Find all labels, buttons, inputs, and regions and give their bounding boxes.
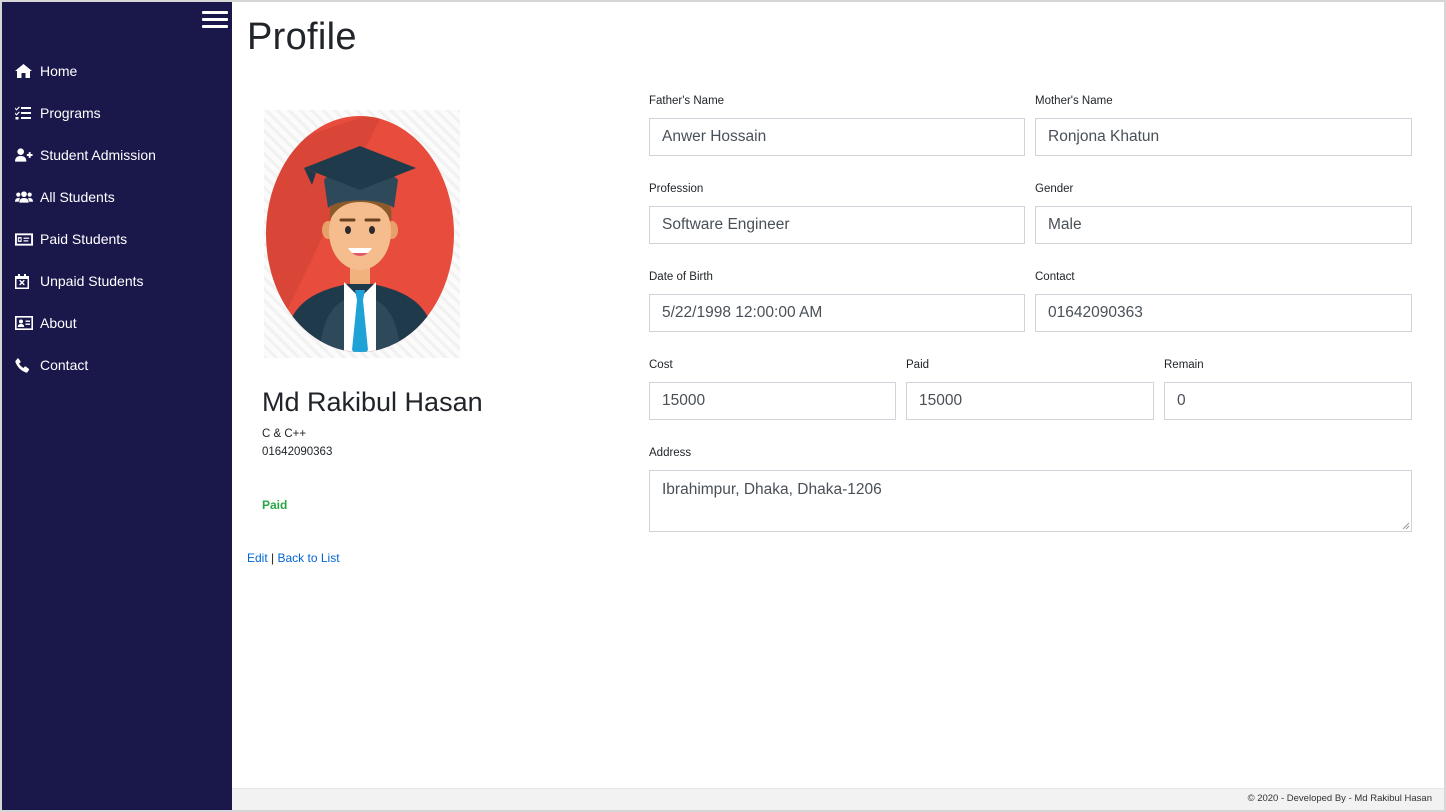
student-name: Md Rakibul Hasan — [262, 387, 483, 417]
contact-field[interactable]: 01642090363 — [1035, 294, 1412, 332]
student-phone: 01642090363 — [262, 446, 333, 458]
sidebar-nav: Home Programs Student Admission All Stud… — [2, 50, 232, 386]
sidebar-item-paid-students[interactable]: Paid Students — [2, 218, 232, 260]
edit-link[interactable]: Edit — [247, 551, 268, 565]
profession-label: Profession — [649, 183, 704, 195]
remain-field[interactable]: 0 — [1164, 382, 1412, 420]
sidebar-item-label: Student Admission — [40, 147, 156, 163]
sidebar-item-programs[interactable]: Programs — [2, 92, 232, 134]
sidebar-item-student-admission[interactable]: Student Admission — [2, 134, 232, 176]
gender-field[interactable]: Male — [1035, 206, 1412, 244]
tasks-icon — [15, 105, 33, 121]
footer: © 2020 - Developed By - Md Rakibul Hasan — [232, 788, 1444, 810]
sidebar-item-label: Programs — [40, 105, 101, 121]
mothers-name-label: Mother's Name — [1035, 95, 1113, 107]
mothers-name-field[interactable]: Ronjona Khatun — [1035, 118, 1412, 156]
sidebar-item-all-students[interactable]: All Students — [2, 176, 232, 218]
student-avatar — [264, 110, 460, 358]
menu-toggle-icon[interactable] — [202, 11, 228, 29]
link-separator: | — [271, 551, 275, 565]
paid-field[interactable]: 15000 — [906, 382, 1154, 420]
phone-icon — [15, 357, 33, 373]
date-of-birth-field[interactable]: 5/22/1998 12:00:00 AM — [649, 294, 1025, 332]
sidebar-item-label: About — [40, 315, 77, 331]
payment-status-badge: Paid — [262, 498, 288, 512]
sidebar-item-about[interactable]: About — [2, 302, 232, 344]
user-plus-icon — [15, 147, 33, 163]
users-icon — [15, 189, 33, 205]
sidebar-item-label: Unpaid Students — [40, 273, 144, 289]
money-check-icon — [15, 231, 33, 247]
address-textarea[interactable]: Ibrahimpur, Dhaka, Dhaka-1206 — [649, 470, 1412, 532]
profession-field[interactable]: Software Engineer — [649, 206, 1025, 244]
address-label: Address — [649, 447, 692, 459]
cost-label: Cost — [649, 359, 673, 371]
sidebar-item-label: Home — [40, 63, 78, 79]
remain-label: Remain — [1164, 359, 1204, 371]
gender-label: Gender — [1035, 183, 1074, 195]
fathers-name-field[interactable]: Anwer Hossain — [649, 118, 1025, 156]
address-value: Ibrahimpur, Dhaka, Dhaka-1206 — [662, 481, 882, 498]
contact-label: Contact — [1035, 271, 1075, 283]
back-to-list-link[interactable]: Back to List — [278, 551, 340, 565]
sidebar: Home Programs Student Admission All Stud… — [2, 2, 232, 810]
sidebar-item-home[interactable]: Home — [2, 50, 232, 92]
paid-label: Paid — [906, 359, 930, 371]
home-icon — [15, 63, 33, 79]
sidebar-item-label: Paid Students — [40, 231, 128, 247]
date-of-birth-label: Date of Birth — [649, 271, 713, 283]
student-program: C & C++ — [262, 428, 307, 440]
sidebar-item-unpaid-students[interactable]: Unpaid Students — [2, 260, 232, 302]
sidebar-item-contact[interactable]: Contact — [2, 344, 232, 386]
cost-field[interactable]: 15000 — [649, 382, 896, 420]
sidebar-item-label: Contact — [40, 357, 89, 373]
main-content: Profile Md Rakibul Hasan C & C++ 0164209… — [232, 2, 1444, 788]
calendar-times-icon — [15, 273, 33, 289]
action-links: Edit | Back to List — [247, 551, 340, 565]
resize-handle-icon[interactable] — [1402, 522, 1410, 530]
sidebar-item-label: All Students — [40, 189, 115, 205]
fathers-name-label: Father's Name — [649, 95, 725, 107]
id-card-icon — [15, 315, 33, 331]
page-title: Profile — [247, 16, 357, 58]
footer-copyright: © 2020 - Developed By - Md Rakibul Hasan — [1247, 793, 1432, 804]
